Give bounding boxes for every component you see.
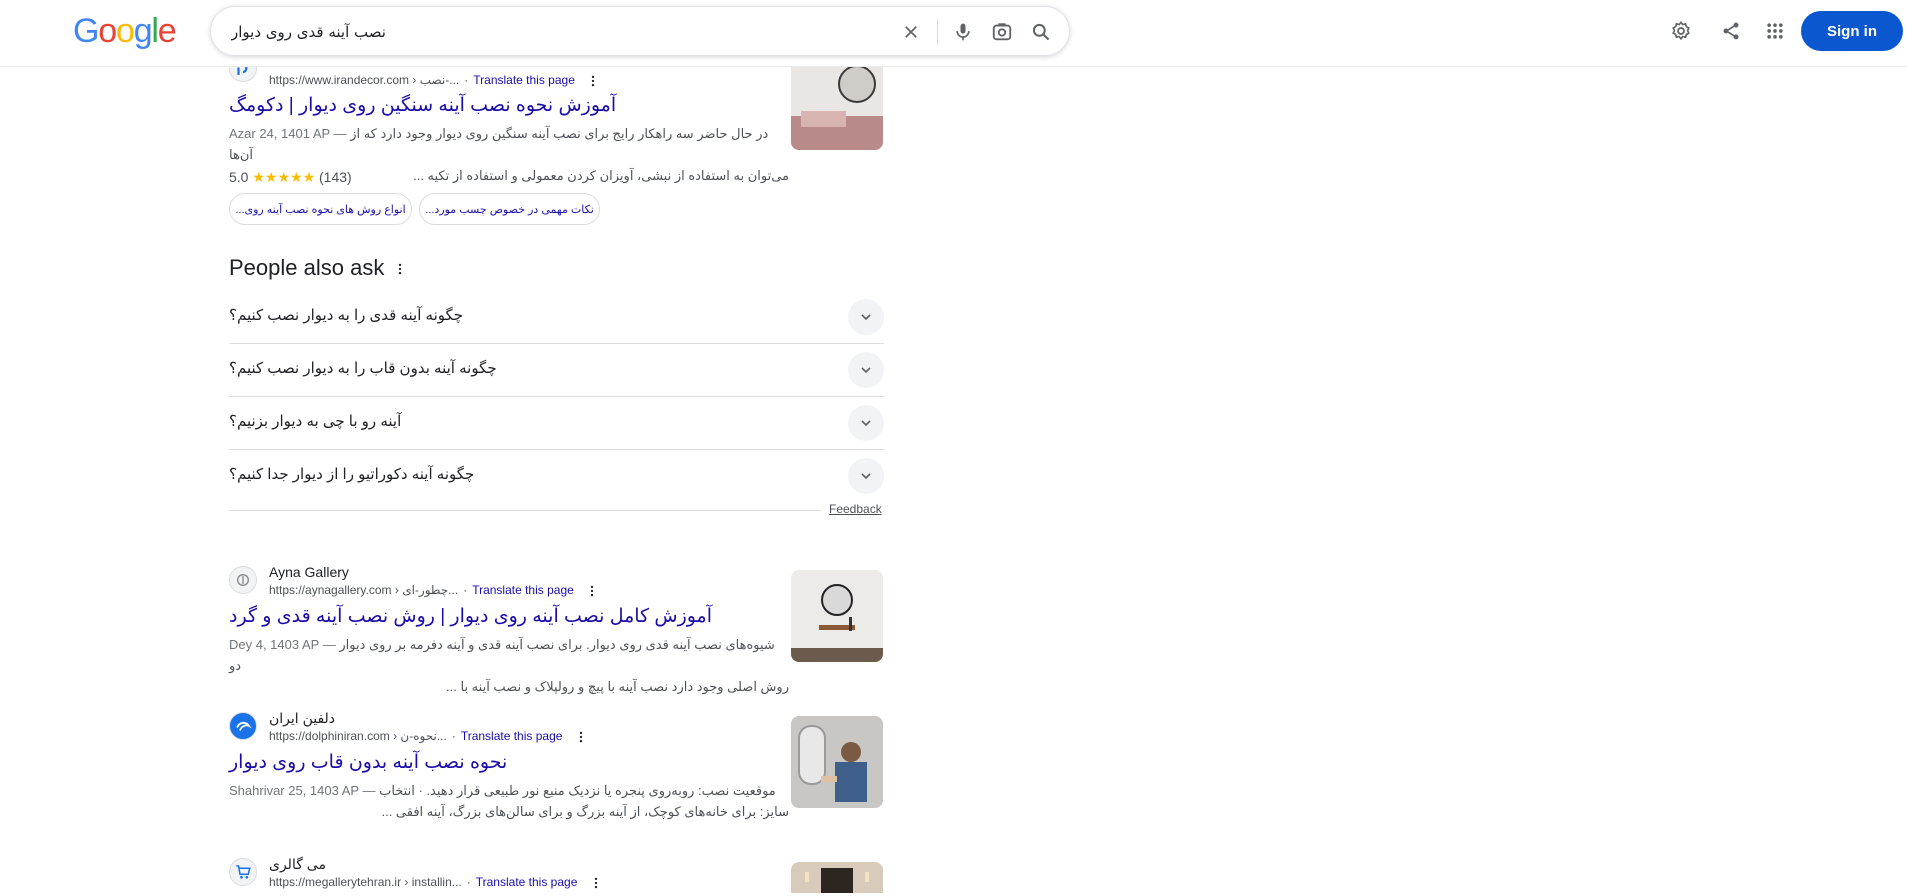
search-result: Ayna Gallery https://aynagallery.com › چ… [229, 564, 884, 694]
feedback-link[interactable]: Feedback [829, 502, 882, 516]
chevron-down-icon[interactable] [848, 299, 884, 335]
site-name: دلفین ایران [269, 710, 336, 726]
result-url[interactable]: https://aynagallery.com › چطور-ای... · Tra… [269, 583, 599, 598]
more-options-icon[interactable] [393, 261, 407, 277]
chevron-down-icon[interactable] [848, 352, 884, 388]
microphone-icon[interactable] [951, 20, 975, 44]
url-host: https://aynagallery.com [269, 583, 392, 597]
site-name: می گالری [269, 856, 326, 872]
result-thumbnail[interactable] [791, 570, 883, 662]
rating: 5.0 ★★★★★ (143) [229, 169, 352, 186]
result-title[interactable]: نحوه نصب آینه بدون قاب روی دیوار [229, 751, 507, 774]
sitelink-chip[interactable]: انواع روش های نحوه نصب آینه روی... [229, 193, 412, 225]
paa-question-text: آینه رو با چی به دیوار بزنیم؟ [229, 413, 402, 430]
result-title[interactable]: آموزش کامل نصب آینه روی دیوار | روش نصب … [229, 605, 712, 628]
snippet-line: سایز: برای خانه‌های کوچک، از آینه بزرگ و… [381, 804, 789, 819]
url-path: › چطور-ای... [391, 583, 459, 597]
result-snippet: Shahrivar 25, 1403 AP — موقعیت نصب: روبه… [229, 780, 789, 822]
apps-grid-icon[interactable] [1762, 18, 1788, 44]
more-options-icon[interactable] [574, 730, 588, 744]
camera-lens-icon[interactable] [990, 20, 1014, 44]
sign-in-button[interactable]: Sign in [1801, 11, 1903, 51]
url-path: › نحوه-ن... [389, 729, 447, 743]
rating-value: 5.0 [229, 169, 249, 185]
url-path: › نصب-... [409, 73, 460, 87]
more-options-icon[interactable] [589, 876, 603, 890]
result-url[interactable]: https://megallerytehran.ir › installin..… [269, 875, 603, 890]
result-title[interactable]: آموزش نحوه نصب آینه سنگین روی دیوار | دک… [229, 94, 616, 117]
result-snippet: Dey 4, 1403 AP — شیوه‌های نصب آینه قدی ر… [229, 634, 789, 697]
url-path: › installin... [401, 875, 462, 889]
result-date: Shahrivar 25, 1403 AP — [229, 783, 376, 798]
search-box [210, 6, 1070, 56]
settings-gear-icon[interactable] [1668, 18, 1694, 44]
share-icon[interactable] [1718, 18, 1744, 44]
more-options-icon[interactable] [585, 584, 599, 598]
paa-question[interactable]: چگونه آینه بدون قاب را به دیوار نصب کنیم… [229, 344, 884, 397]
site-favicon [229, 712, 257, 740]
snippet-line: موقعیت نصب: روبه‌روی پنجره یا نزدیک منبع… [379, 783, 776, 798]
paa-question-text: چگونه آینه بدون قاب را به دیوار نصب کنیم… [229, 360, 497, 377]
paa-question-text: چگونه آینه قدی را به دیوار نصب کنیم؟ [229, 307, 464, 324]
site-favicon [229, 858, 257, 886]
site-name: Ayna Gallery [269, 564, 349, 580]
paa-question-text: چگونه آینه دکوراتیو را از دیوار جدا کنیم… [229, 466, 475, 483]
paa-question[interactable]: چگونه آینه دکوراتیو را از دیوار جدا کنیم… [229, 450, 884, 503]
result-date: Azar 24, 1401 AP — [229, 126, 347, 141]
search-input[interactable] [231, 20, 871, 44]
header: Google Sign in [0, 0, 1907, 67]
snippet-line: روش اصلی وجود دارد نصب آینه با پیچ و رول… [446, 679, 789, 694]
url-host: https://dolphiniran.com [269, 729, 390, 743]
paa-question[interactable]: آینه رو با چی به دیوار بزنیم؟ [229, 397, 884, 450]
people-also-ask-title: People also ask [229, 255, 385, 280]
search-divider [937, 19, 938, 45]
search-result: https://www.irandecor.com › نصب-... · Tran… [229, 56, 884, 231]
search-result: می گالری https://megallerytehran.ir › in… [229, 856, 884, 896]
chevron-down-icon[interactable] [848, 405, 884, 441]
chevron-down-icon[interactable] [848, 458, 884, 494]
more-options-icon[interactable] [586, 74, 600, 88]
url-host: https://www.irandecor.com [269, 73, 410, 87]
translate-link[interactable]: Translate this page [473, 73, 575, 87]
search-icon[interactable] [1029, 20, 1053, 44]
result-thumbnail[interactable] [791, 56, 883, 150]
result-url[interactable]: https://dolphiniran.com › نحوه-ن... · Tran… [269, 729, 588, 744]
rating-stars: ★★★★★ [252, 169, 316, 185]
result-thumbnail[interactable] [791, 862, 883, 893]
result-date: Dey 4, 1403 AP — [229, 637, 336, 652]
translate-link[interactable]: Translate this page [476, 875, 578, 889]
translate-link[interactable]: Translate this page [472, 583, 574, 597]
rating-count: (143) [319, 169, 352, 185]
clear-icon[interactable] [899, 20, 923, 44]
search-result: دلفین ایران https://dolphiniran.com › نح… [229, 710, 884, 820]
sitelink-chip[interactable]: نکات مهمی در خصوص چسب مورد... [419, 193, 600, 225]
google-logo[interactable]: Google [73, 12, 177, 51]
paa-question[interactable]: چگونه آینه قدی را به دیوار نصب کنیم؟ [229, 291, 884, 344]
result-thumbnail[interactable] [791, 716, 883, 808]
translate-link[interactable]: Translate this page [461, 729, 563, 743]
result-url[interactable]: https://www.irandecor.com › نصب-... · Tran… [269, 73, 600, 88]
site-favicon [229, 566, 257, 594]
url-host: https://megallerytehran.ir [269, 875, 402, 889]
divider [229, 510, 821, 511]
